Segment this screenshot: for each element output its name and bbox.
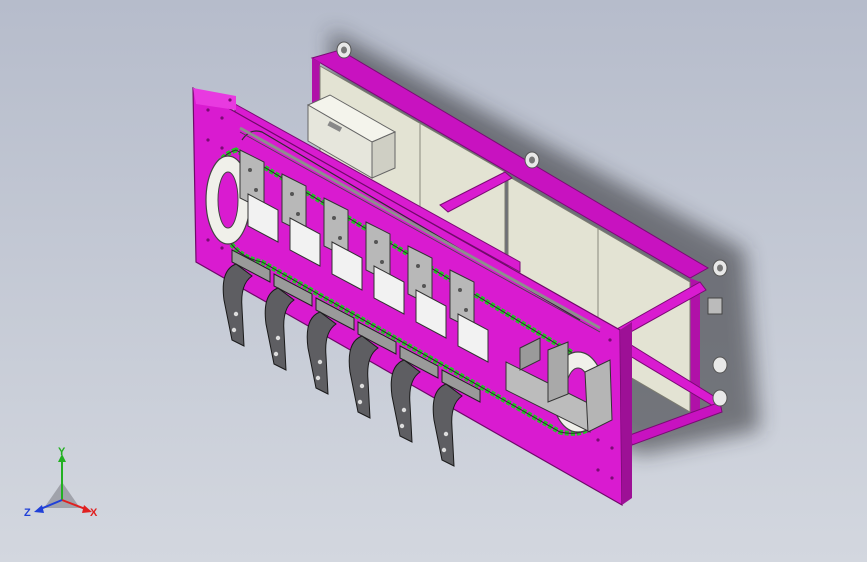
hook-pin (399, 423, 405, 429)
carriage-bolt (296, 212, 300, 216)
hook-pin (275, 335, 281, 341)
carriage-bolt (332, 216, 336, 220)
carriage-bolt (254, 188, 258, 192)
gripper-hook (264, 287, 295, 371)
gripper-hook (222, 263, 253, 347)
carriage-bolt (464, 308, 468, 312)
z-axis-arrow-icon (34, 505, 44, 513)
carriage-bolt (380, 260, 384, 264)
carriage-bolt (422, 284, 426, 288)
z-axis-label: Z (24, 507, 31, 519)
carriage-bolt (416, 264, 420, 268)
carriage-bolt (338, 236, 342, 240)
gripper-hook (432, 383, 463, 467)
hook-pin (441, 447, 447, 453)
gripper-hook (348, 335, 379, 419)
carriage-bolt (374, 240, 378, 244)
gripper-hook (390, 359, 421, 443)
y-axis-label: Y (58, 446, 66, 458)
hook-pin (359, 383, 365, 389)
carriage-bolt (458, 288, 462, 292)
hook-pin (233, 311, 239, 317)
hook-pin (273, 351, 279, 357)
graphics-viewport[interactable]: Y X Z (0, 0, 867, 562)
hook-pin (357, 399, 363, 405)
carriage-bolt (290, 192, 294, 196)
hook-pin (317, 359, 323, 365)
hook-pin (315, 375, 321, 381)
carriage-bolt (248, 168, 252, 172)
hook-pin (401, 407, 407, 413)
orientation-triad[interactable]: Y X Z (22, 446, 102, 526)
hook-pin (443, 431, 449, 437)
x-axis-label: X (90, 507, 98, 519)
hook-pin (231, 327, 237, 333)
cad-model[interactable] (0, 0, 867, 562)
gripper-hook (306, 311, 337, 395)
